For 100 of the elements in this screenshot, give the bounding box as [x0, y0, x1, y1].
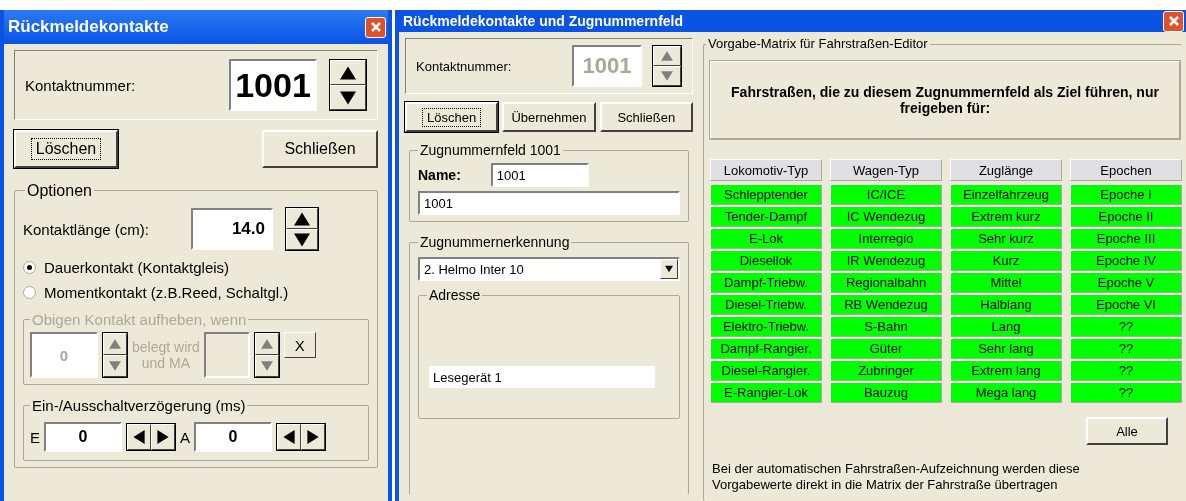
toggle-cell[interactable]: Epoche V: [1070, 272, 1182, 293]
toggle-cell[interactable]: RB Wendezug: [830, 294, 942, 315]
spin-button[interactable]: [276, 423, 327, 451]
toggle-cell[interactable]: Diesellok: [710, 250, 822, 271]
toggle-cell[interactable]: Zubringer: [830, 360, 942, 381]
toggle-cell[interactable]: Mittel: [950, 272, 1062, 293]
dialog-button[interactable]: Löschen: [405, 102, 499, 132]
field-label: belegt wird: [132, 339, 200, 355]
toggle-cell[interactable]: S-Bahn: [830, 316, 942, 337]
dialog-button[interactable]: Löschen: [14, 130, 118, 168]
down-arrow-icon: [294, 231, 310, 248]
toggle-cell[interactable]: E-Lok: [710, 228, 822, 249]
dropdown[interactable]: 2. Helmo Inter 10: [418, 257, 680, 281]
toggle-cell[interactable]: IR Wendezug: [830, 250, 942, 271]
up-arrow-icon: [661, 50, 673, 62]
toggle-cell[interactable]: Bauzug: [830, 382, 942, 403]
column-header[interactable]: Epochen: [1070, 159, 1182, 181]
toggle-cell[interactable]: Dampf-Triebw.: [710, 272, 822, 293]
field-label: Kontaktnummer:: [25, 76, 136, 94]
group-title: Optionen: [25, 182, 94, 200]
toggle-cell[interactable]: Dampf-Rangier.: [710, 338, 822, 359]
group-title: Vorgabe-Matrix für Fahrstraßen-Editor: [706, 36, 930, 51]
toggle-cell[interactable]: Regionalbahn: [830, 272, 942, 293]
all-button[interactable]: Alle: [1086, 417, 1168, 445]
close-button[interactable]: [365, 16, 386, 38]
toggle-cell[interactable]: ??: [1070, 382, 1182, 403]
toggle-cell[interactable]: Epoche VI: [1070, 294, 1182, 315]
text-field[interactable]: 1001: [418, 191, 680, 215]
toggle-cell[interactable]: Halblang: [950, 294, 1062, 315]
field-label: Kontaktlänge (cm):: [23, 220, 149, 238]
up-arrow-icon: [340, 64, 356, 81]
field-label: A: [180, 428, 191, 446]
toggle-cell[interactable]: Diesel-Triebw.: [710, 294, 822, 315]
name-field[interactable]: 1001: [490, 163, 589, 187]
toggle-cell[interactable]: ??: [1070, 316, 1182, 337]
window-title: Rückmeldekontakte: [8, 17, 169, 37]
toggle-cell[interactable]: Tender-Dampf: [710, 206, 822, 227]
field-label: Kontaktnummer:: [416, 58, 512, 74]
spin-button[interactable]: [329, 59, 367, 111]
number-field[interactable]: 0: [44, 422, 122, 452]
toggle-cell[interactable]: IC/ICE: [830, 184, 942, 205]
close-icon: [1167, 15, 1180, 27]
toggle-cell[interactable]: ??: [1070, 338, 1182, 359]
toggle-cell[interactable]: Extrem lang: [950, 360, 1062, 381]
up-arrow-icon: [260, 338, 273, 350]
window-title: Rückmeldekontakte und Zugnummernfeld: [403, 13, 684, 29]
group-title: Zugnummernfeld 1001: [418, 142, 563, 158]
number-field[interactable]: 14.0: [191, 208, 273, 250]
toggle-cell[interactable]: Einzelfahrzeug: [950, 184, 1062, 205]
toggle-cell[interactable]: Lang: [950, 316, 1062, 337]
radio-label: Momentkontakt (z.B.Reed, Schaltgl.): [44, 284, 289, 301]
number-field[interactable]: 0: [194, 422, 273, 452]
up-arrow-icon: [294, 210, 310, 227]
down-arrow-icon: [109, 360, 121, 372]
up-arrow-icon: [109, 338, 121, 350]
toggle-cell[interactable]: Sehr lang: [950, 338, 1062, 359]
field-label: E: [30, 428, 40, 446]
toggle-cell[interactable]: Diesel-Rangier.: [710, 360, 822, 381]
toggle-cell[interactable]: Extrem kurz: [950, 206, 1062, 227]
toggle-cell[interactable]: Kurz: [950, 250, 1062, 271]
group-title: Obigen Kontakt aufheben, wenn: [30, 311, 249, 328]
toggle-cell[interactable]: Epoche IV: [1070, 250, 1182, 271]
spin-button[interactable]: [126, 423, 176, 451]
field-label: und MA: [140, 355, 191, 371]
close-icon: [369, 21, 382, 33]
number-field[interactable]: [203, 332, 250, 378]
toggle-cell[interactable]: Schlepptender: [710, 184, 822, 205]
dialog-button[interactable]: Übernehmen: [502, 102, 596, 132]
toggle-cell[interactable]: ??: [1070, 360, 1182, 381]
toggle-cell[interactable]: Epoche II: [1070, 206, 1182, 227]
matrix-heading: Fahrstraßen, die zu diesem Zugnummernfeld als Ziel führen, nur freigeben für:: [710, 61, 1180, 139]
radio-button[interactable]: [23, 261, 36, 274]
spin-button[interactable]: [102, 332, 128, 378]
group-title: Zugnummernerkennung: [418, 234, 572, 250]
toggle-cell[interactable]: Epoche I: [1070, 184, 1182, 205]
toggle-cell[interactable]: Mega lang: [950, 382, 1062, 403]
spin-button[interactable]: [253, 332, 280, 378]
group-title: Adresse: [427, 287, 483, 303]
toggle-cell[interactable]: IC Wendezug: [830, 206, 942, 227]
toggle-cell[interactable]: Sehr kurz: [950, 228, 1062, 249]
number-field[interactable]: 1001: [229, 59, 317, 111]
column-header[interactable]: Lokomotiv-Typ: [710, 159, 822, 181]
radio-button[interactable]: [23, 286, 36, 299]
spin-button[interactable]: [285, 207, 319, 251]
toggle-cell[interactable]: Güter: [830, 338, 942, 359]
address-field[interactable]: Lesegerät 1: [429, 366, 655, 388]
down-arrow-icon: [661, 70, 673, 82]
toggle-cell[interactable]: Epoche III: [1070, 228, 1182, 249]
note-text: Bei der automatischen Fahrstraßen-Aufzeichnung werden diese Vorgabewerte direkt in die Matrix der Fahrstraße übertragen: [712, 461, 1081, 493]
column-header[interactable]: Zuglänge: [950, 159, 1062, 181]
toggle-cell[interactable]: E-Rangier-Lok: [710, 382, 822, 403]
spin-button[interactable]: [652, 45, 682, 87]
toggle-cell[interactable]: Interregio: [830, 228, 942, 249]
dialog-button[interactable]: Schließen: [262, 130, 378, 168]
column-header[interactable]: Wagen-Typ: [830, 159, 942, 181]
dialog-button[interactable]: Schließen: [599, 102, 693, 132]
toggle-cell[interactable]: Elektro-Triebw.: [710, 316, 822, 337]
close-button[interactable]: [1163, 10, 1184, 32]
down-arrow-icon: [340, 89, 356, 106]
field-label: Name:: [418, 167, 461, 183]
